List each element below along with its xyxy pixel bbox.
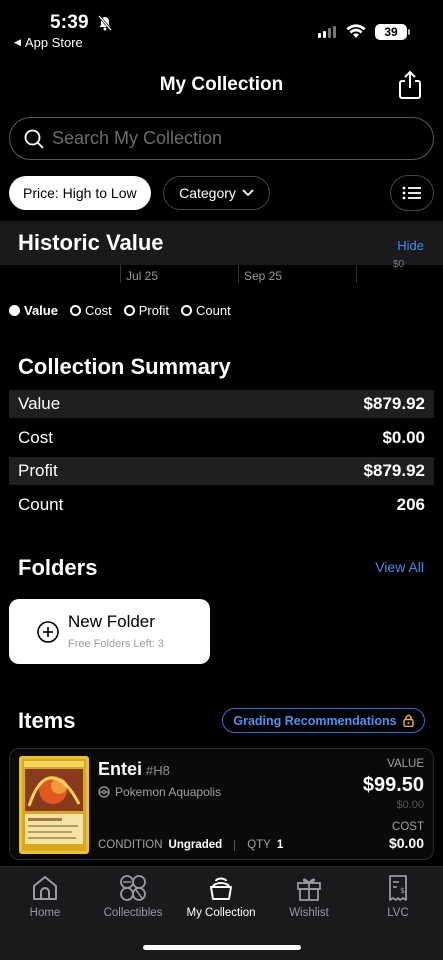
items-title: Items — [18, 708, 76, 733]
item-set-row: Pokemon Aquapolis — [98, 785, 221, 799]
tab-lvc[interactable]: $ LVC — [353, 873, 443, 919]
new-folder-title: New Folder — [68, 612, 155, 631]
wifi-icon — [346, 24, 366, 38]
item-value-sub: $0.00 — [396, 799, 424, 811]
svg-text:$: $ — [400, 886, 405, 895]
collection-icon — [210, 877, 232, 900]
legend-value[interactable]: Value — [9, 303, 58, 318]
item-number: #H8 — [146, 763, 170, 778]
home-icon — [33, 876, 57, 900]
grading-label: Grading Recommendations — [233, 713, 397, 728]
status-time: 5:39 — [50, 12, 89, 33]
back-to-app-store[interactable]: ◀ App Store — [14, 35, 83, 50]
summary-row-cost: Cost $0.00 — [18, 428, 425, 447]
page-title: My Collection — [159, 74, 284, 95]
chevron-down-icon — [242, 189, 254, 197]
folders-view-all-link[interactable]: View All — [375, 559, 424, 575]
collectibles-icon — [120, 875, 146, 901]
card-thumbnail-image — [19, 756, 89, 854]
lock-icon — [402, 714, 414, 727]
item-value: $99.50 — [362, 774, 424, 796]
new-folder-button[interactable]: New Folder Free Folders Left: 3 — [9, 599, 210, 664]
list-view-button[interactable] — [390, 175, 434, 211]
chart-x-axis: Jul 25 Sep 25 $0 — [0, 259, 443, 285]
radio-icon — [69, 305, 81, 316]
radio-icon — [123, 305, 135, 316]
tab-collectibles[interactable]: Collectibles — [88, 873, 178, 919]
axis-label: Jul 25 — [126, 269, 159, 283]
historic-value-header: Historic Value Hide — [0, 221, 443, 265]
value-label: VALUE — [387, 758, 424, 770]
radio-selected-icon — [9, 305, 20, 316]
folders-title: Folders — [18, 555, 98, 580]
home-indicator[interactable] — [143, 945, 301, 950]
summary-title: Collection Summary — [18, 354, 231, 379]
summary-row-profit: Profit $879.92 — [9, 457, 434, 485]
radio-icon — [181, 305, 193, 316]
item-qty: 1 — [276, 839, 284, 851]
search-bar[interactable] — [9, 117, 434, 160]
status-bar: 5:39 ◀ App Store 39 — [0, 0, 443, 56]
item-cost: $0.00 — [388, 835, 424, 851]
bell-slash-icon — [98, 15, 112, 31]
plus-circle-icon — [37, 621, 59, 643]
share-icon[interactable] — [396, 70, 424, 100]
receipt-icon: $ — [389, 875, 407, 901]
sort-chip[interactable]: Price: High to Low — [9, 176, 151, 210]
tab-home[interactable]: Home — [0, 873, 90, 919]
list-icon — [402, 186, 421, 200]
cost-label: COST — [392, 821, 424, 833]
battery-icon: 39 — [375, 24, 410, 40]
gift-icon — [297, 878, 321, 901]
legend-profit[interactable]: Profit — [123, 303, 169, 318]
category-dropdown[interactable]: Category — [163, 176, 270, 210]
grading-recommendations-button[interactable]: Grading Recommendations — [222, 708, 425, 733]
back-app-label: App Store — [24, 35, 83, 50]
item-name: Entei — [98, 759, 143, 779]
search-input[interactable] — [52, 128, 412, 149]
axis-label: Sep 25 — [244, 269, 283, 283]
tab-my-collection[interactable]: My Collection — [176, 873, 266, 919]
chart-legend: Value Cost Profit Count — [9, 303, 231, 318]
tab-wishlist[interactable]: Wishlist — [264, 873, 354, 919]
item-set: Pokemon Aquapolis — [115, 785, 222, 799]
cellular-signal-icon — [318, 26, 336, 38]
search-icon — [24, 129, 44, 149]
historic-value-title: Historic Value — [18, 230, 164, 255]
item-condition: Ungraded — [168, 839, 223, 851]
item-card[interactable]: Entei #H8 Pokemon Aquapolis CONDITION Ung… — [9, 748, 434, 860]
legend-cost[interactable]: Cost — [69, 303, 112, 318]
item-condition-row: CONDITION Ungraded QTY 1 — [98, 839, 284, 851]
free-folders-left: Free Folders Left: 3 — [68, 638, 164, 650]
hide-chart-button[interactable]: Hide — [397, 238, 424, 253]
back-triangle-icon: ◀ — [14, 37, 21, 47]
summary-row-value: Value $879.92 — [9, 390, 434, 418]
legend-count[interactable]: Count — [181, 303, 231, 318]
item-name-row: Entei #H8 — [98, 759, 170, 780]
summary-row-count: Count 206 — [18, 495, 425, 514]
category-label: Category — [179, 185, 236, 201]
axis-y-label: $0 — [393, 259, 405, 270]
pokeball-icon — [98, 786, 110, 798]
